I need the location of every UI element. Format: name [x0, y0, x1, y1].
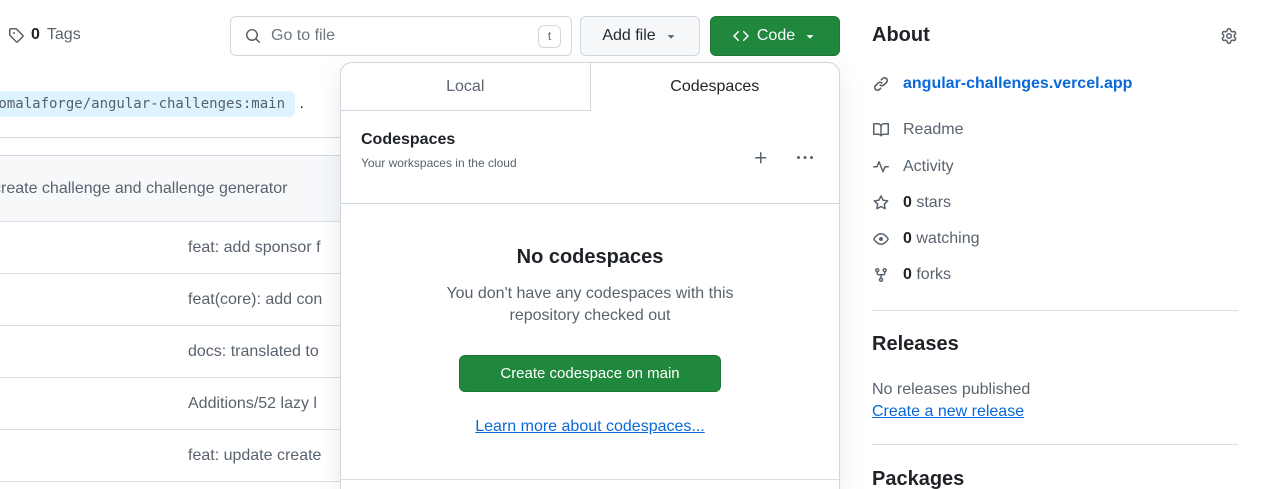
code-button-label: Code — [757, 27, 795, 45]
branch-snippet: tomalaforge/angular-challenges:main — [0, 91, 295, 117]
code-icon — [733, 28, 749, 44]
branch-snippet-row: tomalaforge/angular-challenges:main . — [0, 91, 304, 117]
commit-message-link[interactable]: feat: update create — [188, 447, 321, 465]
sidebar-divider — [872, 444, 1238, 445]
tags-label: Tags — [47, 26, 81, 44]
sidebar-item-stars[interactable]: 0 stars — [873, 191, 951, 215]
tab-codespaces[interactable]: Codespaces — [591, 63, 840, 111]
new-codespace-button[interactable] — [753, 150, 769, 166]
add-file-label: Add file — [602, 27, 655, 45]
codespaces-options-button[interactable] — [797, 150, 813, 166]
tag-icon — [8, 27, 24, 43]
commit-message-link[interactable]: feat: add sponsor f — [188, 239, 321, 257]
go-to-file-input[interactable] — [271, 27, 538, 45]
sidebar-item-readme[interactable]: Readme — [873, 118, 963, 142]
kebab-horizontal-icon — [797, 150, 813, 166]
panel-footer-divider — [341, 479, 839, 480]
triangle-down-icon — [803, 29, 817, 43]
code-dropdown-tabs: Local Codespaces — [341, 63, 839, 111]
edit-repo-settings-button[interactable] — [1221, 28, 1237, 44]
readme-label: Readme — [903, 121, 963, 139]
learn-more-link[interactable]: Learn more about codespaces... — [475, 418, 704, 436]
sidebar-item-activity[interactable]: Activity — [873, 155, 954, 179]
packages-heading: Packages — [872, 468, 964, 489]
codespaces-subtitle: Your workspaces in the cloud — [361, 156, 819, 170]
table-row[interactable]: feat(core): add con — [0, 274, 341, 326]
repo-page: 0 Tags t Add file Code tomalaforge/angul… — [0, 0, 1278, 489]
codespaces-header: Codespaces Your workspaces in the cloud — [341, 111, 839, 204]
file-table: create challenge and challenge generator… — [0, 155, 341, 482]
website-url: angular-challenges.vercel.app — [903, 75, 1132, 93]
table-row[interactable]: docs: translated to — [0, 326, 341, 378]
stars-label: stars — [916, 194, 951, 211]
tags-count: 0 — [31, 26, 40, 44]
watching-label: watching — [916, 230, 979, 247]
codespaces-title: Codespaces — [361, 131, 819, 149]
section-divider — [0, 137, 341, 138]
sidebar-item-watching[interactable]: 0 watching — [873, 227, 980, 251]
book-icon — [873, 122, 889, 138]
codespaces-empty-state: No codespaces You don't have any codespa… — [341, 246, 839, 436]
link-icon — [873, 76, 889, 92]
commit-message-link[interactable]: feat(core): add con — [188, 291, 322, 309]
snippet-suffix: . — [299, 95, 303, 112]
triangle-down-icon — [664, 29, 678, 43]
codespaces-header-actions — [753, 150, 813, 166]
empty-state-title: No codespaces — [341, 246, 839, 269]
commit-message-link[interactable]: docs: translated to — [188, 343, 319, 361]
watching-count: 0 — [903, 230, 912, 247]
create-codespace-button[interactable]: Create codespace on main — [459, 355, 720, 392]
activity-label: Activity — [903, 158, 954, 176]
about-heading: About — [872, 24, 930, 47]
plus-icon — [753, 150, 769, 166]
pulse-icon — [873, 159, 889, 175]
fork-icon — [873, 267, 889, 283]
forks-label: forks — [916, 266, 951, 283]
latest-commit-row[interactable]: create challenge and challenge generator — [0, 156, 341, 222]
repo-content-background: tomalaforge/angular-challenges:main . cr… — [0, 72, 341, 489]
shortcut-key-badge: t — [538, 25, 561, 48]
releases-empty-text: No releases published — [872, 381, 1030, 399]
create-release-link[interactable]: Create a new release — [872, 403, 1024, 421]
eye-icon — [873, 231, 889, 247]
code-button[interactable]: Code — [710, 16, 840, 56]
forks-count: 0 — [903, 266, 912, 283]
empty-state-description: You don't have any codespaces with this … — [430, 283, 750, 327]
stars-count: 0 — [903, 194, 912, 211]
table-row[interactable]: feat: add sponsor f — [0, 222, 341, 274]
latest-commit-message[interactable]: create challenge and challenge generator — [0, 180, 287, 198]
about-sidebar: About angular-challenges.vercel.app Read… — [872, 0, 1238, 489]
releases-heading: Releases — [872, 333, 959, 356]
sidebar-divider — [872, 310, 1238, 311]
sidebar-item-forks[interactable]: 0 forks — [873, 263, 951, 287]
star-icon — [873, 195, 889, 211]
add-file-button[interactable]: Add file — [580, 16, 700, 56]
tab-local[interactable]: Local — [341, 63, 591, 111]
repo-website-link[interactable]: angular-challenges.vercel.app — [873, 72, 1132, 96]
gear-icon — [1221, 28, 1237, 44]
file-finder[interactable]: t — [230, 16, 572, 56]
code-dropdown-panel: Local Codespaces Codespaces Your workspa… — [340, 62, 840, 489]
table-row[interactable]: Additions/52 lazy l — [0, 378, 341, 430]
table-row[interactable]: feat: update create — [0, 430, 341, 482]
tags-link[interactable]: 0 Tags — [8, 26, 81, 44]
search-icon — [245, 28, 261, 44]
commit-message-link[interactable]: Additions/52 lazy l — [188, 395, 317, 413]
